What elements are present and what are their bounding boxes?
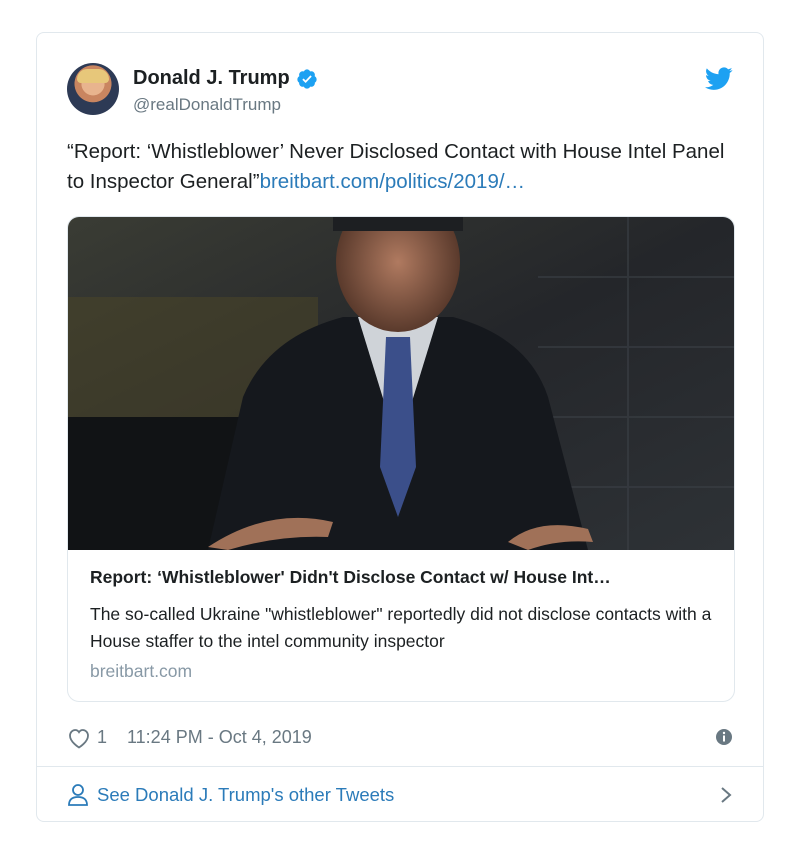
divider — [37, 766, 763, 767]
heart-icon[interactable] — [67, 727, 91, 749]
card-title: Report: ‘Whistleblower' Didn't Disclose … — [90, 567, 611, 587]
author-display-name[interactable]: Donald J. Trump — [133, 67, 290, 90]
see-other-tweets-link[interactable]: See Donald J. Trump's other Tweets — [67, 781, 733, 811]
tweet-text: “Report: ‘Whistleblower’ Never Disclosed… — [67, 137, 737, 197]
like-count: 1 — [97, 727, 108, 747]
chevron-right-icon — [721, 787, 732, 803]
embedded-tweet: Donald J. Trump @realDonaldTrump “Report… — [36, 32, 764, 822]
author-name-row: Donald J. Trump — [133, 67, 318, 90]
verified-badge-icon — [297, 68, 317, 89]
link-preview-card[interactable]: Report: ‘Whistleblower' Didn't Disclose … — [67, 216, 735, 702]
card-domain: breitbart.com — [90, 661, 193, 681]
twitter-bird-icon[interactable] — [705, 67, 733, 91]
avatar[interactable] — [67, 63, 119, 115]
person-icon — [68, 784, 88, 806]
card-description: The so-called Ukraine "whistleblower" re… — [90, 604, 712, 651]
see-other-tweets-label: See Donald J. Trump's other Tweets — [97, 784, 395, 805]
tweet-timestamp[interactable]: 11:24 PM - Oct 4, 2019 — [127, 727, 312, 748]
author-handle[interactable]: @realDonaldTrump — [133, 95, 281, 115]
card-photo — [68, 217, 734, 550]
info-icon[interactable] — [715, 728, 733, 746]
tweet-link[interactable]: breitbart.com/politics/2019/… — [260, 170, 525, 193]
tweet-meta: 1 11:24 PM - Oct 4, 2019 — [67, 723, 733, 753]
tweet-header: Donald J. Trump @realDonaldTrump — [67, 63, 733, 123]
